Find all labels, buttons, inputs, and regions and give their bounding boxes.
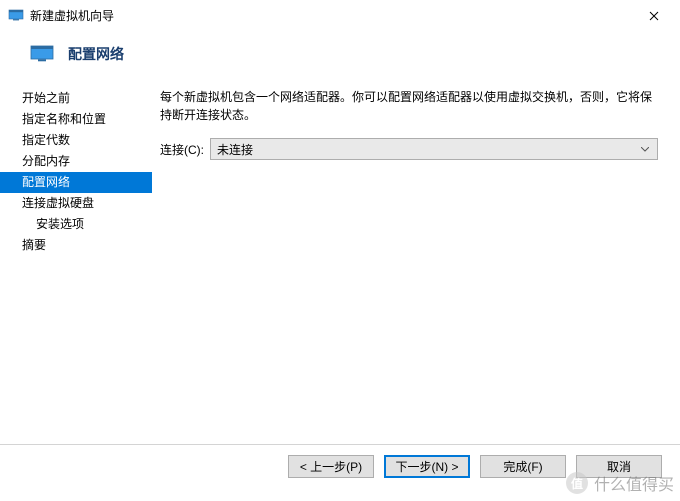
- connection-select[interactable]: 未连接: [210, 138, 658, 160]
- connection-label: 连接(C):: [160, 141, 204, 158]
- titlebar: 新建虚拟机向导: [0, 0, 680, 30]
- next-button[interactable]: 下一步(N) >: [384, 455, 470, 478]
- prev-button[interactable]: < 上一步(P): [288, 455, 374, 478]
- chevron-down-icon: [637, 141, 653, 157]
- connection-row: 连接(C): 未连接: [160, 138, 658, 160]
- wizard-step[interactable]: 安装选项: [0, 214, 152, 235]
- connection-select-value: 未连接: [217, 141, 253, 158]
- wizard-content: 开始之前指定名称和位置指定代数分配内存配置网络连接虚拟硬盘安装选项摘要 每个新虚…: [0, 82, 680, 444]
- wizard-step[interactable]: 摘要: [0, 235, 152, 256]
- description-text: 每个新虚拟机包含一个网络适配器。你可以配置网络适配器以使用虚拟交换机，否则，它将…: [160, 88, 658, 124]
- page-title: 配置网络: [68, 44, 124, 64]
- wizard-step[interactable]: 开始之前: [0, 88, 152, 109]
- wizard-step[interactable]: 配置网络: [0, 172, 152, 193]
- monitor-icon: [30, 44, 54, 64]
- close-button[interactable]: [634, 4, 674, 28]
- wizard-steps: 开始之前指定名称和位置指定代数分配内存配置网络连接虚拟硬盘安装选项摘要: [0, 82, 152, 444]
- wizard-step[interactable]: 指定名称和位置: [0, 109, 152, 130]
- main-panel: 每个新虚拟机包含一个网络适配器。你可以配置网络适配器以使用虚拟交换机，否则，它将…: [152, 82, 680, 444]
- finish-button[interactable]: 完成(F): [480, 455, 566, 478]
- wizard-header: 配置网络: [0, 30, 680, 82]
- wizard-step[interactable]: 指定代数: [0, 130, 152, 151]
- wizard-footer: < 上一步(P) 下一步(N) > 完成(F) 取消: [0, 444, 680, 488]
- cancel-button[interactable]: 取消: [576, 455, 662, 478]
- wizard-step[interactable]: 连接虚拟硬盘: [0, 193, 152, 214]
- app-icon: [8, 7, 24, 23]
- window-title: 新建虚拟机向导: [30, 7, 114, 24]
- wizard-step[interactable]: 分配内存: [0, 151, 152, 172]
